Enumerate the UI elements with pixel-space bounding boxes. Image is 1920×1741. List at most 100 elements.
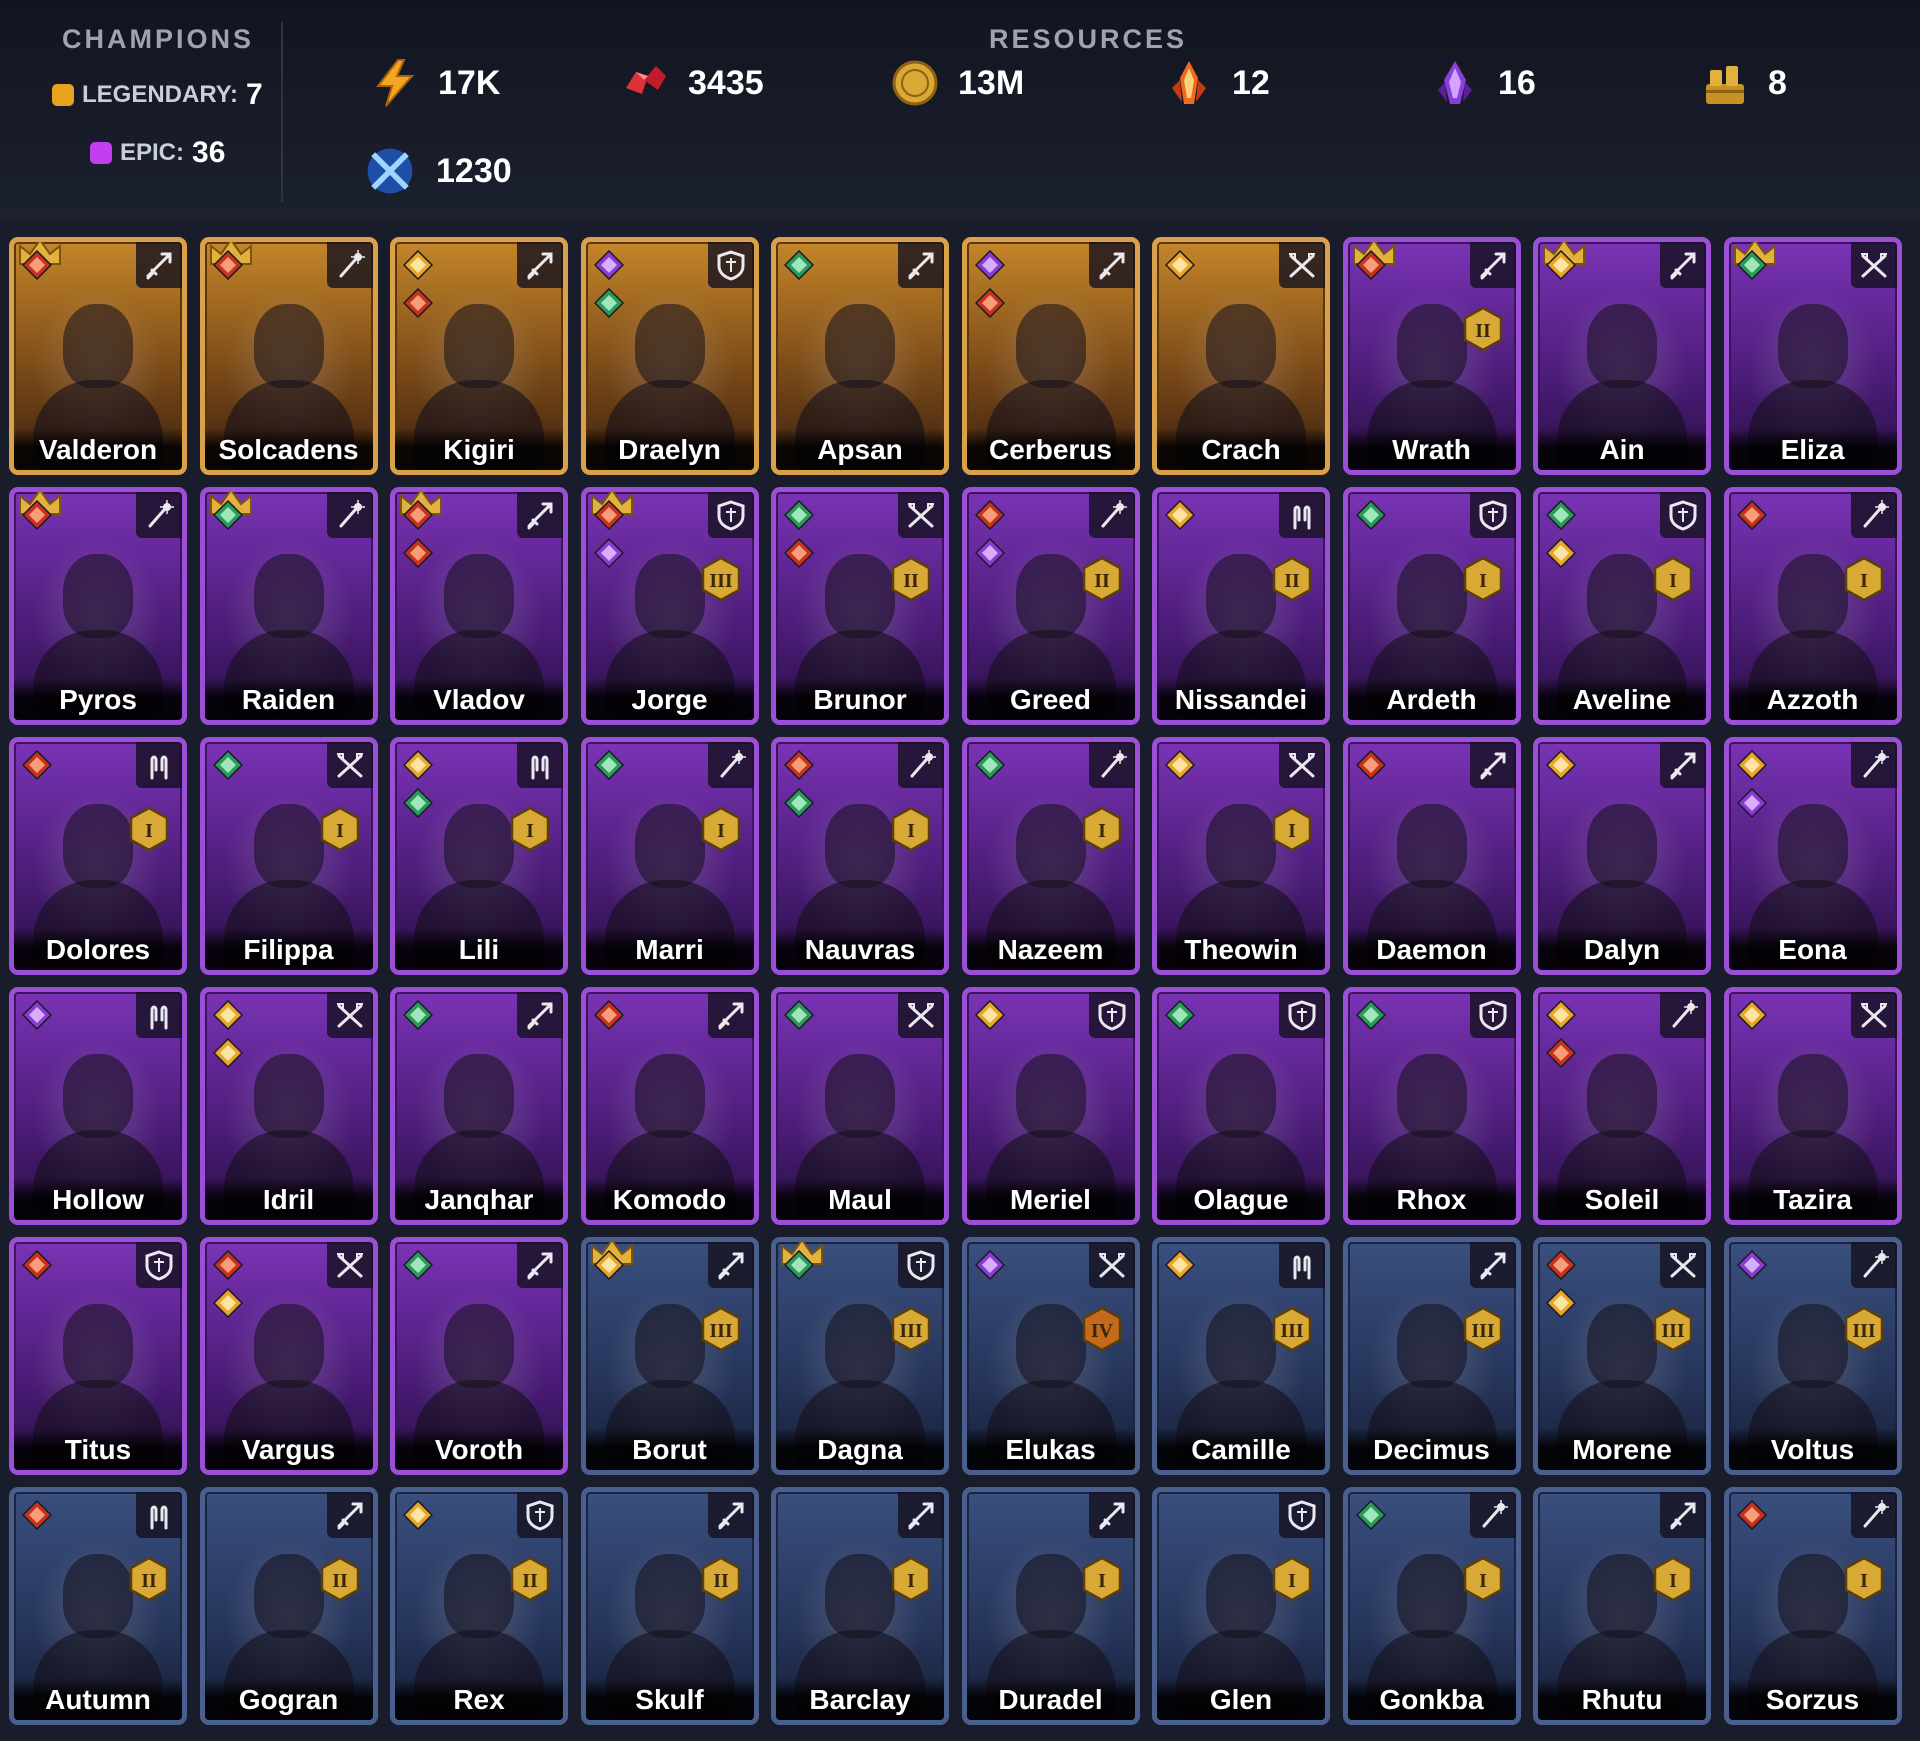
rank-badge-icon: I [1082, 1556, 1121, 1602]
arena-token-resource[interactable]: 1230 [362, 143, 512, 199]
champion-card-camille[interactable]: III Camille [1152, 1237, 1330, 1475]
champion-card-olague[interactable]: Olague [1152, 987, 1330, 1225]
champion-card-azzoth[interactable]: I Azzoth [1723, 487, 1902, 725]
champion-card-filippa[interactable]: I Filippa [199, 737, 378, 975]
role-tab [1088, 1492, 1135, 1538]
rank-badge-icon: I [1272, 1556, 1312, 1602]
champion-card-wrath[interactable]: II Wrath [1342, 237, 1521, 475]
champion-card-voltus[interactable]: III Voltus [1723, 1237, 1902, 1475]
defense-role-icon [1288, 1000, 1316, 1031]
champion-card-morene[interactable]: III Morene [1533, 1237, 1711, 1475]
champion-card-rhox[interactable]: Rhox [1342, 987, 1521, 1225]
champion-card-gogran[interactable]: II Gogran [199, 1487, 378, 1725]
champion-card-gonkba[interactable]: I Gonkba [1342, 1487, 1521, 1725]
champion-card-raiden[interactable]: Raiden [199, 487, 378, 725]
champion-card-sorzus[interactable]: I Sorzus [1723, 1487, 1902, 1725]
champion-card-decimus[interactable]: III Decimus [1342, 1237, 1521, 1475]
champion-card-cerberus[interactable]: Cerberus [961, 237, 1140, 475]
champion-card-vargus[interactable]: Vargus [199, 1237, 378, 1475]
champion-card-janqhar[interactable]: Janqhar [390, 987, 568, 1225]
champion-card-brunor[interactable]: II Brunor [771, 487, 949, 725]
champion-card-kigiri[interactable]: Kigiri [390, 237, 568, 475]
champion-card-dagna[interactable]: III Dagna [771, 1237, 949, 1475]
champion-card-komodo[interactable]: Komodo [580, 987, 759, 1225]
champion-card-nauvras[interactable]: I Nauvras [771, 737, 949, 975]
champion-card-skulf[interactable]: II Skulf [580, 1487, 759, 1725]
champion-name: Azzoth [1766, 684, 1859, 715]
treasure-resource[interactable]: 8 [1700, 58, 1787, 108]
magic-affinity-icon [403, 750, 433, 780]
champion-card-crach[interactable]: Crach [1152, 237, 1330, 475]
champion-card-soleil[interactable]: Soleil [1533, 987, 1711, 1225]
champion-card-nissandei[interactable]: II Nissandei [1152, 487, 1330, 725]
champion-card-aveline[interactable]: I Aveline [1533, 487, 1711, 725]
rank-label: II [141, 1570, 157, 1592]
champion-card-borut[interactable]: III Borut [580, 1237, 759, 1475]
champion-card-idril[interactable]: Idril [199, 987, 378, 1225]
rank-label: II [903, 570, 919, 592]
champion-card-theowin[interactable]: I Theowin [1152, 737, 1330, 975]
role-tab [1660, 492, 1706, 538]
champion-card-eliza[interactable]: Eliza [1723, 237, 1902, 475]
champion-card-pyros[interactable]: Pyros [9, 487, 187, 725]
champion-card-nazeem[interactable]: I Nazeem [961, 737, 1140, 975]
rank-badge-icon: III [1272, 1306, 1312, 1352]
rank-badge-icon: I [891, 806, 931, 852]
champion-card-tazira[interactable]: Tazira [1723, 987, 1902, 1225]
champion-card-hollow[interactable]: Hollow [9, 987, 187, 1225]
champion-card-apsan[interactable]: Apsan [771, 237, 949, 475]
magic-role-icon [910, 750, 936, 778]
champion-card-greed[interactable]: II Greed [961, 487, 1140, 725]
void-affinity-icon [1736, 1250, 1767, 1280]
gold-resource[interactable]: 13M [890, 58, 1024, 108]
champion-card-solcadens[interactable]: Solcadens [199, 237, 378, 475]
champion-card-glen[interactable]: I Glen [1152, 1487, 1330, 1725]
champion-card-valderon[interactable]: Valderon [9, 237, 187, 475]
champion-card-voroth[interactable]: Voroth [390, 1237, 568, 1475]
force-affinity-icon [22, 250, 52, 280]
rank-label: III [1280, 1320, 1304, 1342]
attack-role-icon [527, 502, 553, 530]
spirit-affinity-icon [1355, 500, 1386, 530]
champion-card-lili[interactable]: I Lili [390, 737, 568, 975]
champion-card-vladov[interactable]: Vladov [390, 487, 568, 725]
champion-name: Greed [1010, 684, 1091, 715]
ruby-resource[interactable]: 3435 [620, 58, 764, 108]
magic-role-icon [1863, 1500, 1889, 1528]
champion-card-ain[interactable]: Ain [1533, 237, 1711, 475]
champion-card-draelyn[interactable]: Draelyn [580, 237, 759, 475]
role-tab [1850, 1242, 1897, 1288]
champion-card-rhutu[interactable]: I Rhutu [1533, 1487, 1711, 1725]
attack-role-icon [718, 1252, 743, 1280]
champion-card-dolores[interactable]: I Dolores [9, 737, 187, 975]
champion-card-jorge[interactable]: III Jorge [580, 487, 759, 725]
champion-card-dalyn[interactable]: Dalyn [1533, 737, 1711, 975]
champion-card-eona[interactable]: Eona [1723, 737, 1902, 975]
champion-card-rex[interactable]: II Rex [390, 1487, 568, 1725]
sacred-shard-resource[interactable]: 12 [1164, 58, 1270, 108]
champion-name: Vargus [241, 1434, 336, 1465]
champion-card-autumn[interactable]: II Autumn [9, 1487, 187, 1725]
champion-card-marri[interactable]: I Marri [580, 737, 759, 975]
champion-card-meriel[interactable]: Meriel [961, 987, 1140, 1225]
champion-name: Rhox [1396, 1184, 1467, 1215]
spirit-affinity-icon [784, 1250, 814, 1280]
role-tab [517, 742, 563, 788]
champion-card-maul[interactable]: Maul [771, 987, 949, 1225]
champion-card-duradel[interactable]: I Duradel [961, 1487, 1140, 1725]
magic-role-icon [1863, 500, 1889, 528]
champion-name: Nissandei [1174, 684, 1308, 715]
champion-card-daemon[interactable]: Daemon [1342, 737, 1521, 975]
rank-badge-icon: I [510, 806, 550, 852]
rank-badge-icon: I [891, 1556, 931, 1602]
role-tab [1469, 242, 1516, 288]
void-shard-resource[interactable]: 16 [1430, 58, 1536, 108]
champion-card-titus[interactable]: Titus [9, 1237, 187, 1475]
role-tab [1088, 1242, 1135, 1288]
rank-badge-icon: I [1653, 556, 1693, 602]
champion-name: Jorge [631, 684, 708, 715]
champion-card-barclay[interactable]: I Barclay [771, 1487, 949, 1725]
champion-card-elukas[interactable]: IV Elukas [961, 1237, 1140, 1475]
energy-resource[interactable]: 17K [370, 58, 500, 108]
champion-card-ardeth[interactable]: I Ardeth [1342, 487, 1521, 725]
